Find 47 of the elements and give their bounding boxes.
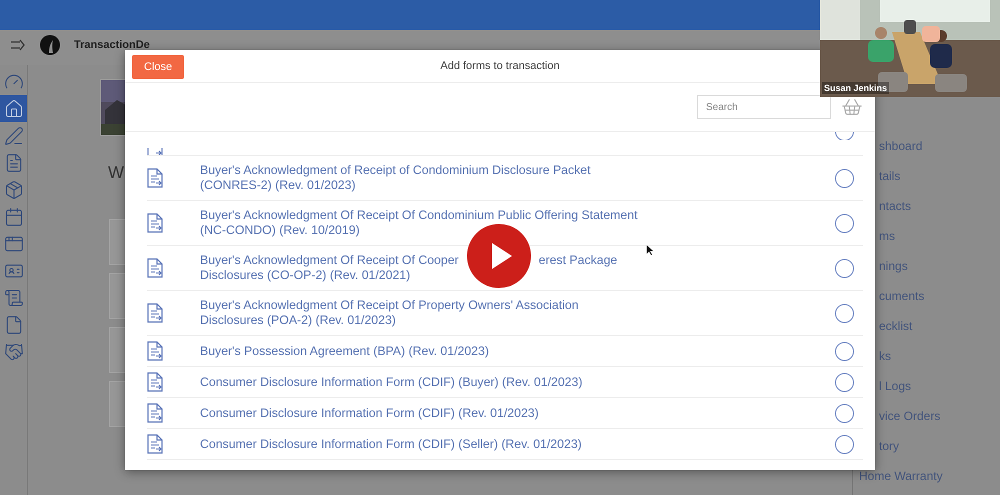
form-title[interactable]: Buyer's Possession Agreement (BPA) (Rev. 01/2023): [200, 344, 489, 358]
form-title[interactable]: Disclosures (POA-2) (Rev. 01/2023): [200, 313, 396, 328]
document-icon: [147, 213, 163, 233]
logo-icon: [40, 34, 60, 54]
form-title[interactable]: erest Package: [538, 253, 618, 268]
radio-button[interactable]: [835, 304, 854, 322]
search-field[interactable]: Search: [697, 95, 831, 119]
app-name: TransactionDe: [74, 38, 150, 50]
form-title[interactable]: Consumer Disclosure Information Form (CDIF) (Rev. 01/2023): [200, 406, 539, 420]
close-button[interactable]: Close: [132, 55, 184, 79]
radio-button[interactable]: [835, 168, 854, 188]
radio-button[interactable]: [835, 342, 854, 360]
calendar-icon: [4, 206, 24, 226]
participant-name: Susan Jenkins: [822, 82, 890, 94]
document-icon: [147, 403, 163, 423]
document-icon: [147, 148, 163, 155]
house-icon: [4, 98, 24, 118]
basket-icon[interactable]: [841, 96, 863, 118]
document-icon: [147, 434, 163, 454]
handshake-icon: [4, 342, 24, 362]
form-title[interactable]: Buyer's Acknowledgment Of Receipt Of Cooper: [200, 253, 459, 268]
document-icon: [147, 341, 163, 361]
document-icon: [147, 372, 163, 392]
expand-menu-icon[interactable]: [10, 38, 26, 50]
radio-button[interactable]: [835, 214, 854, 232]
form-title[interactable]: (CONRES-2) (Rev. 01/2023): [200, 178, 356, 193]
pen-icon: [4, 126, 24, 146]
radio-button[interactable]: [835, 404, 854, 422]
form-title[interactable]: Consumer Disclosure Information Form (CDIF) (Seller) (Rev. 01/2023): [200, 436, 582, 452]
cursor-icon: [646, 244, 654, 256]
play-button[interactable]: [467, 224, 531, 288]
dialog-title: Add forms to transaction: [440, 60, 560, 72]
box-icon: [4, 180, 24, 200]
document-icon: [147, 258, 163, 278]
scroll-icon: [4, 288, 24, 308]
form-title[interactable]: Buyer's Acknowledgment Of Receipt Of Condominium Public Offering Statement: [200, 208, 638, 223]
form-title[interactable]: Buyer's Acknowledgment of Receipt of Condominium Disclosure Packet: [200, 163, 591, 178]
document-icon: [147, 303, 163, 323]
form-title[interactable]: Buyer's Acknowledgment Of Receipt Of Property Owners' Association: [200, 298, 579, 313]
radio-button[interactable]: [835, 258, 854, 278]
form-title[interactable]: (NC-CONDO) (Rev. 10/2019): [200, 223, 360, 238]
radio-button[interactable]: [835, 434, 854, 454]
sidebar-item[interactable]: [0, 95, 27, 122]
document-icon: [147, 168, 163, 188]
radio-button[interactable]: [835, 372, 854, 392]
form-title[interactable]: Consumer Disclosure Information Form (CDIF) (Buyer) (Rev. 01/2023): [200, 374, 582, 390]
form-title[interactable]: Disclosures (CO-OP-2) (Rev. 01/2021): [200, 268, 410, 283]
